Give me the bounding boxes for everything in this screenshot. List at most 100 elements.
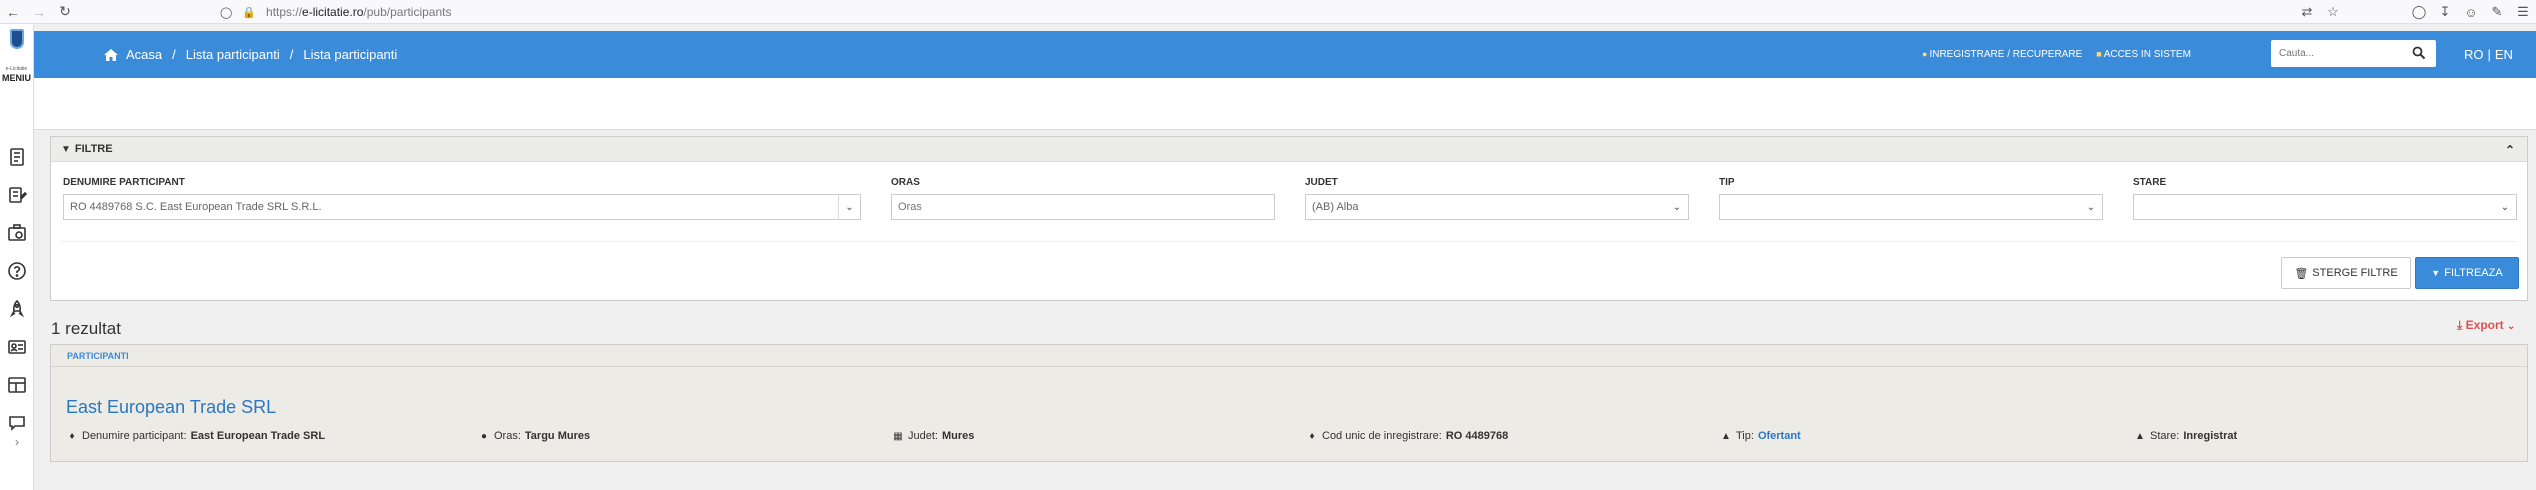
detail-label: Cod unic de inregistrare:: [1322, 430, 1442, 442]
filters-header[interactable]: ▼ FILTRE: [51, 137, 2527, 162]
detail-value: RO 4489768: [1445, 430, 1509, 442]
chevron-up-icon[interactable]: ⌃: [2505, 143, 2515, 157]
type-link[interactable]: Ofertant: [1758, 430, 1801, 442]
chevron-down-icon: ⌄: [838, 195, 860, 219]
detail-label: Stare:: [2150, 430, 2180, 442]
clear-filters-label: STERGE FILTRE: [2312, 267, 2398, 279]
detail-status: ▲ Stare: Inregistrat: [2134, 430, 2237, 442]
rocket-icon[interactable]: [0, 290, 34, 328]
apply-filters-label: FILTREAZA: [2444, 267, 2503, 279]
user-icon: ●: [1922, 49, 1928, 59]
filter-label-type: TIP: [1719, 177, 1735, 188]
filter-label-county: JUDET: [1305, 177, 1338, 188]
breadcrumb-separator: /: [172, 47, 176, 62]
reload-icon[interactable]: ↻: [52, 0, 78, 24]
detail-label: Judet:: [908, 430, 938, 442]
menu-toggle[interactable]: MENIU: [0, 73, 33, 83]
chevron-down-icon: ⌄: [2507, 321, 2516, 332]
lang-separator: |: [2487, 47, 2491, 62]
search-icon[interactable]: [2412, 46, 2426, 60]
hamburger-menu-icon[interactable]: ☰: [2510, 0, 2536, 24]
lock-icon: ■: [2096, 49, 2102, 59]
result-count: 1 rezultat: [51, 319, 121, 338]
breadcrumb-participants[interactable]: Lista participanti: [186, 47, 280, 62]
filters-panel: ▼ FILTRE ⌃ DENUMIRE PARTICIPANT RO 44897…: [50, 136, 2528, 301]
detail-county: ▦ Judet: Mures: [892, 430, 974, 442]
status-select[interactable]: ⌄: [2133, 194, 2517, 220]
type-select[interactable]: ⌄: [1719, 194, 2103, 220]
participant-details: ♦ Denumire participant: East European Tr…: [66, 430, 2516, 446]
search-box: [2271, 40, 2436, 67]
download-icon: ⤓: [2457, 318, 2463, 332]
register-link[interactable]: ● INREGISTRARE / RECUPERARE: [1922, 49, 2082, 60]
login-link[interactable]: ■ ACCES IN SISTEM: [2096, 49, 2191, 60]
lang-ro[interactable]: RO: [2464, 47, 2484, 62]
county-select-value: (AB) Alba: [1312, 201, 1359, 213]
translate-icon[interactable]: ⇄: [2294, 0, 2320, 24]
pocket-icon[interactable]: ◯: [2406, 0, 2432, 24]
chevron-down-icon: ⌄: [1672, 201, 1682, 213]
detail-value: Inregistrat: [2183, 430, 2238, 442]
detail-label: Denumire participant:: [82, 430, 187, 442]
forward-icon[interactable]: →: [26, 0, 52, 24]
browser-toolbar: ← → ↻ ◯ 🔒 https://e-licitatie.ro/pub/par…: [0, 0, 2536, 24]
language-switcher: RO | EN: [2464, 31, 2513, 78]
breadcrumb-separator: /: [289, 47, 294, 62]
help-icon[interactable]: [0, 252, 34, 290]
back-icon[interactable]: ←: [0, 0, 26, 24]
detail-city: ● Oras: Targu Mures: [478, 430, 590, 442]
sitemap-icon: ▲: [1721, 430, 1731, 442]
detail-label: Oras:: [494, 430, 521, 442]
chevron-down-icon: ⌄: [2500, 201, 2510, 213]
globe-icon: ●: [480, 430, 488, 442]
extensions-icon[interactable]: ✎: [2484, 0, 2510, 24]
apply-filters-button[interactable]: ▼ FILTREAZA: [2415, 257, 2519, 289]
county-select[interactable]: (AB) Alba ⌄: [1305, 194, 1689, 220]
clear-filters-button[interactable]: 🗑 STERGE FILTRE: [2281, 257, 2411, 289]
city-field[interactable]: [891, 194, 1275, 220]
id-card-icon[interactable]: [0, 328, 34, 366]
divider: [61, 241, 2517, 242]
sitemap-icon: ▲: [2135, 430, 2145, 442]
filter-label-participant: DENUMIRE PARTICIPANT: [63, 177, 185, 188]
detail-value: East European Trade SRL: [190, 430, 326, 442]
export-label: Export: [2465, 318, 2504, 332]
url-text: https://e-licitatie.ro/pub/participants: [266, 5, 452, 19]
bookmark-star-icon[interactable]: ☆: [2320, 0, 2346, 24]
participant-name-link[interactable]: East European Trade SRL: [66, 397, 276, 418]
results-panel: PARTICIPANTI East European Trade SRL ♦ D…: [50, 344, 2528, 462]
breadcrumb-current: Lista participanti: [303, 47, 398, 62]
detail-value: Mures: [941, 430, 975, 442]
city-input[interactable]: [898, 201, 1274, 213]
detail-registration-code: ♦ Cod unic de inregistrare: RO 4489768: [1306, 430, 1508, 442]
detail-type: ▲ Tip: Ofertant: [1720, 430, 1801, 442]
map-icon: ▦: [893, 430, 903, 442]
chevron-right-icon[interactable]: ›: [0, 435, 34, 449]
export-button[interactable]: ⤓ Export ⌄: [2457, 318, 2515, 333]
participant-select[interactable]: RO 4489768 S.C. East European Trade SRL …: [63, 194, 861, 220]
tag-icon: ♦: [69, 430, 75, 442]
breadcrumb-home[interactable]: Acasa: [126, 47, 162, 62]
address-bar[interactable]: ◯ 🔒 https://e-licitatie.ro/pub/participa…: [220, 0, 451, 24]
results-panel-title: PARTICIPANTI: [51, 345, 2527, 367]
account-icon[interactable]: ☺: [2458, 0, 2484, 24]
chevron-down-icon: ⌄: [2086, 201, 2096, 213]
download-icon[interactable]: ↧: [2432, 0, 2458, 24]
breadcrumb: Acasa / Lista participanti / Lista parti…: [104, 31, 397, 78]
filters-title: FILTRE: [74, 143, 113, 155]
sidebar: e-Licitatie MENIU ›: [0, 24, 34, 490]
shield-icon: ◯: [220, 6, 233, 19]
header-bar: Acasa / Lista participanti / Lista parti…: [34, 31, 2536, 78]
edit-list-icon[interactable]: [0, 176, 34, 214]
lang-en[interactable]: EN: [2495, 47, 2513, 62]
tag-icon: ♦: [1309, 430, 1315, 442]
briefcase-icon[interactable]: [0, 214, 34, 252]
logo[interactable]: [0, 24, 33, 54]
dashboard-icon[interactable]: [0, 366, 34, 404]
detail-label: Tip:: [1736, 430, 1754, 442]
document-icon[interactable]: [0, 138, 34, 176]
filter-label-status: STARE: [2133, 177, 2167, 188]
search-input[interactable]: [2271, 40, 2401, 67]
sidebar-brand-text: e-Licitatie: [5, 66, 28, 72]
trash-icon: 🗑: [2294, 267, 2309, 280]
